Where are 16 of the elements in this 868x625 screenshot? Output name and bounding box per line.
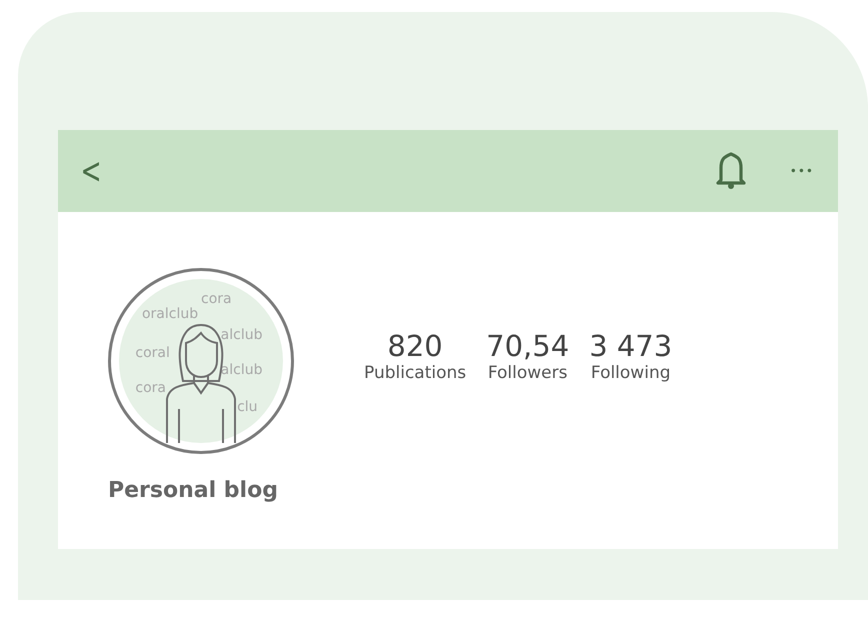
pattern-text: cora xyxy=(135,380,166,395)
pattern-text: cora xyxy=(201,292,232,306)
stat-value: 70,54 xyxy=(486,328,570,364)
stat-value: 820 xyxy=(387,328,443,364)
stat-label: Following xyxy=(590,363,671,384)
pattern-text: oralclub xyxy=(142,306,198,321)
stat-label: Followers xyxy=(488,363,568,384)
pattern-text: clu xyxy=(237,400,258,414)
more-button[interactable]: ••• xyxy=(790,164,814,178)
profile-name: Personal blog xyxy=(108,478,279,503)
back-button[interactable]: < xyxy=(80,150,102,192)
stat-label: Publications xyxy=(364,363,466,384)
pattern-text: alclub xyxy=(220,328,262,342)
pattern-text: alclub xyxy=(220,362,262,377)
stat-value: 3 473 xyxy=(589,328,672,364)
pattern-text: coral xyxy=(135,346,170,360)
